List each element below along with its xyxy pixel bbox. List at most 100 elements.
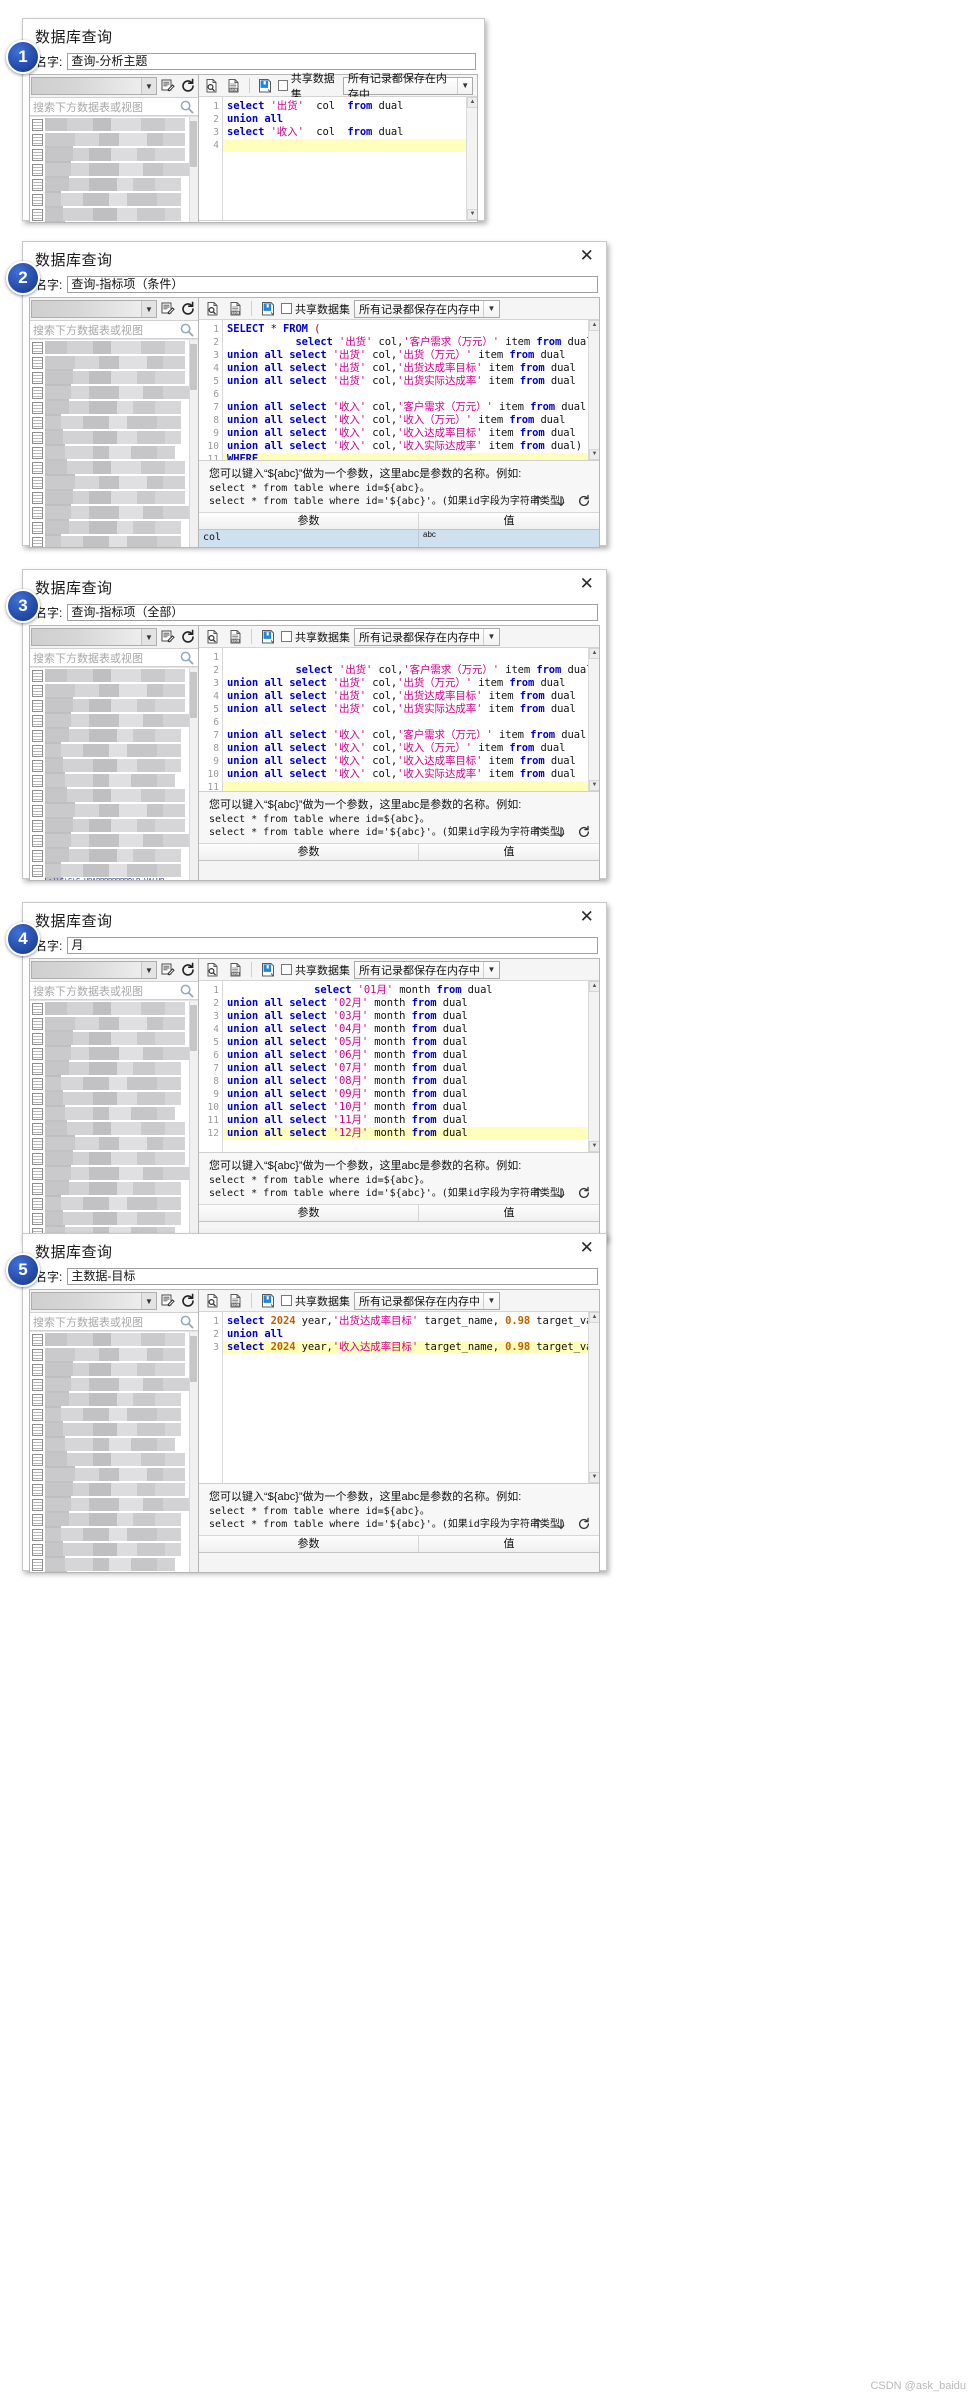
scroll-up-icon[interactable]: ▲ — [589, 648, 599, 659]
list-item[interactable] — [30, 713, 198, 745]
list-item[interactable] — [30, 192, 198, 222]
code-line[interactable]: union all select '收入' col,'客户需求（万元）' ite… — [223, 729, 599, 742]
refresh-icon[interactable] — [178, 1292, 197, 1311]
code-line[interactable]: select 2024 year,'出货达成率目标' target_name, … — [223, 1315, 599, 1328]
table-tree[interactable]: [:]\S\S\S_URAPRRRRRRRDLR_VALUR — [30, 667, 198, 880]
share-dataset-checkbox[interactable]: 共享数据集 — [281, 629, 350, 645]
code-line[interactable]: union all select '出货' col,'出货实际达成率' item… — [223, 703, 599, 716]
search-input[interactable]: 搜索下方数据表或视图 — [33, 1314, 179, 1330]
table-search-row[interactable]: 搜索下方数据表或视图 — [30, 648, 198, 667]
list-item[interactable] — [30, 1211, 198, 1241]
datasource-select[interactable]: ▼ — [31, 300, 157, 318]
list-item[interactable] — [30, 668, 198, 700]
sql-code[interactable]: select '01月' month from dual union all se… — [223, 981, 599, 1152]
list-item[interactable] — [30, 340, 198, 372]
code-line[interactable] — [223, 388, 599, 401]
share-dataset-checkbox[interactable]: 共享数据集 — [281, 1293, 350, 1309]
arrow-down-icon[interactable] — [554, 494, 568, 508]
preview-icon[interactable] — [203, 299, 222, 318]
list-item[interactable] — [30, 1362, 198, 1394]
editor-scrollbar[interactable]: ▲ ▼ — [588, 1312, 599, 1483]
list-item[interactable] — [30, 162, 198, 194]
table-tree[interactable]: [:]\S\S\S_URAPRRRRRRRDLR_VALUR — [30, 116, 198, 222]
record-mode-select[interactable]: 所有记录都保存在内存中 ▼ — [342, 73, 473, 101]
arrow-down-icon[interactable] — [554, 825, 568, 839]
code-line[interactable]: union all select '收入' col,'收入（万元）' item … — [223, 414, 599, 427]
code-line[interactable]: WHERE — [223, 453, 599, 460]
table-tree[interactable]: [:]\S\S\S_URAPRRRRRRRDLR_VALUR — [30, 1331, 198, 1572]
code-line[interactable] — [223, 651, 599, 664]
list-item[interactable] — [30, 1166, 198, 1198]
record-mode-select[interactable]: 所有记录都保存在内存中 ▼ — [354, 1291, 500, 1310]
tree-scrollbar[interactable] — [189, 668, 198, 880]
code-line[interactable]: union all select '10月' month from dual — [223, 1101, 599, 1114]
code-line[interactable] — [223, 781, 599, 791]
code-line[interactable]: union all select '09月' month from dual — [223, 1088, 599, 1101]
editor-scrollbar[interactable]: ▲ ▼ — [588, 648, 599, 791]
preview-icon[interactable] — [203, 627, 222, 646]
save-icon[interactable] — [258, 627, 277, 646]
tree-scroll-thumb[interactable] — [190, 344, 197, 390]
list-item[interactable] — [30, 1106, 198, 1138]
list-item[interactable] — [30, 758, 198, 790]
list-item[interactable] — [30, 1452, 198, 1484]
record-mode-select[interactable]: 所有记录都保存在内存中 ▼ — [354, 960, 500, 979]
sql-format-icon[interactable]: SQL — [225, 76, 243, 95]
list-item[interactable] — [30, 728, 198, 760]
list-item[interactable] — [30, 415, 198, 447]
list-item[interactable] — [30, 1196, 198, 1228]
datasource-select[interactable]: ▼ — [31, 77, 157, 95]
refresh-small-icon[interactable] — [577, 1186, 591, 1200]
scroll-down-icon[interactable]: ▼ — [589, 780, 599, 791]
sql-format-icon[interactable]: SQL — [226, 960, 245, 979]
refresh-icon[interactable] — [178, 961, 197, 980]
list-item[interactable] — [30, 430, 198, 462]
list-item[interactable] — [30, 1151, 198, 1183]
list-item[interactable] — [30, 1181, 198, 1213]
search-input[interactable]: 搜索下方数据表或视图 — [33, 322, 179, 338]
code-line[interactable]: union all select '收入' col,'收入达成率目标' item… — [223, 427, 599, 440]
list-item[interactable] — [30, 1512, 198, 1544]
chevron-down-icon[interactable]: ▼ — [141, 962, 156, 978]
code-line[interactable]: select '出货' col,'客户需求（万元）' item from dua… — [223, 336, 599, 349]
scroll-down-icon[interactable]: ▼ — [467, 209, 477, 220]
table-tree-last-row[interactable]: [:]\S\S\S_URAPRRRRRRRDLR_VALUR — [30, 878, 198, 880]
list-item[interactable] — [30, 490, 198, 522]
code-line[interactable]: union all select '06月' month from dual — [223, 1049, 599, 1062]
code-line[interactable] — [223, 716, 599, 729]
table-row[interactable]: col abc — [199, 530, 599, 547]
code-line[interactable]: union all select '出货' col,'出货达成率目标' item… — [223, 362, 599, 375]
code-line[interactable]: union all select '出货' col,'出货（万元）' item … — [223, 677, 599, 690]
checkbox-box[interactable] — [281, 1295, 292, 1306]
list-item[interactable] — [30, 1121, 198, 1153]
save-icon[interactable] — [256, 76, 274, 95]
scroll-up-icon[interactable]: ▲ — [467, 97, 477, 108]
code-line[interactable]: union all select '出货' col,'出货（万元）' item … — [223, 349, 599, 362]
list-item[interactable] — [30, 1031, 198, 1063]
code-line[interactable]: union all select '收入' col,'收入达成率目标' item… — [223, 755, 599, 768]
editor-scrollbar[interactable]: ▲ ▼ — [466, 97, 477, 220]
tree-scroll-thumb[interactable] — [190, 672, 197, 718]
list-item[interactable] — [30, 132, 198, 164]
parameters-empty-body[interactable] — [199, 861, 599, 880]
edit-sql-icon[interactable] — [158, 300, 177, 319]
code-line[interactable]: union all select '02月' month from dual — [223, 997, 599, 1010]
search-icon[interactable] — [179, 650, 195, 666]
list-item[interactable] — [30, 833, 198, 865]
code-line[interactable]: union all select '07月' month from dual — [223, 1062, 599, 1075]
chevron-down-icon[interactable]: ▼ — [483, 1292, 497, 1309]
table-search-row[interactable]: 搜索下方数据表或视图 — [30, 97, 198, 116]
close-icon[interactable]: ✕ — [578, 576, 596, 594]
code-line[interactable]: union all select '03月' month from dual — [223, 1010, 599, 1023]
search-icon[interactable] — [179, 983, 195, 999]
preview-icon[interactable] — [203, 76, 221, 95]
scroll-down-icon[interactable]: ▼ — [589, 1472, 599, 1483]
tree-scrollbar[interactable] — [189, 1332, 198, 1572]
code-line[interactable]: union all select '收入' col,'收入实际达成率' item… — [223, 768, 599, 781]
parameter-name-cell[interactable]: col — [199, 530, 419, 547]
scroll-down-icon[interactable]: ▼ — [589, 1141, 599, 1152]
list-item[interactable] — [30, 370, 198, 402]
tree-scrollbar[interactable] — [189, 340, 198, 547]
tree-scrollbar[interactable] — [189, 117, 198, 222]
save-icon[interactable] — [258, 960, 277, 979]
